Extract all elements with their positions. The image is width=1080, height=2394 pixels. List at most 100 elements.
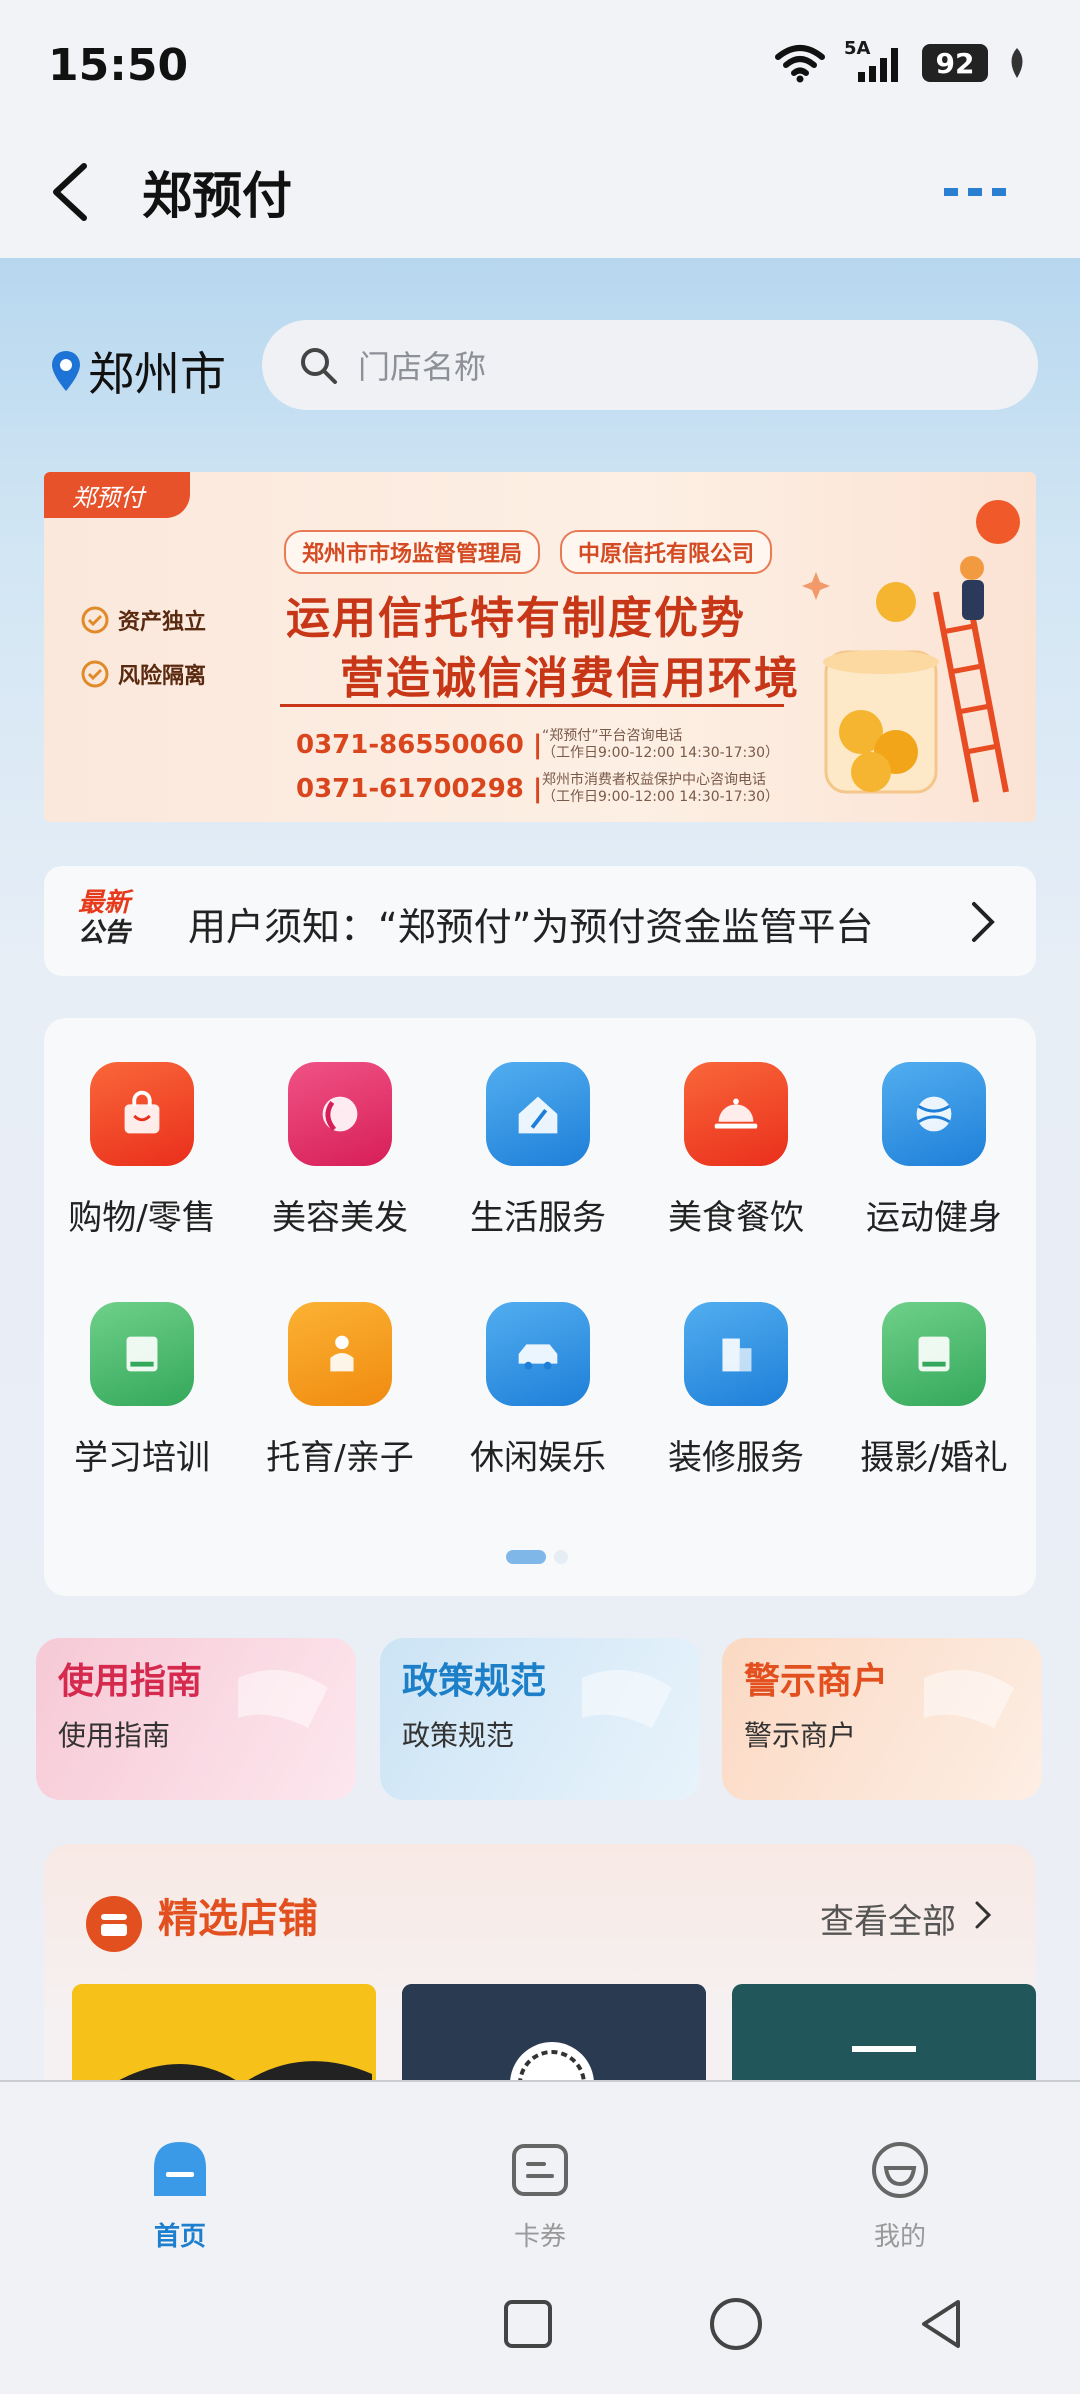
banner-headline-1: 运用信托特有制度优势 — [286, 593, 746, 644]
recent-apps-icon[interactable] — [498, 2294, 558, 2354]
announcement-text: 用户须知：“郑预付”为预付资金监管平台 — [188, 905, 874, 949]
home-broom-icon — [486, 1062, 590, 1166]
banner-tag: 郑预付 — [44, 472, 190, 518]
category-sports[interactable]: 运动健身 — [836, 1062, 1032, 1239]
tab-vouchers[interactable]: 卡券 — [480, 2138, 600, 2253]
category-label: 托育/亲子 — [266, 1438, 414, 1478]
category-label: 摄影/婚礼 — [860, 1438, 1008, 1478]
check-circle-icon — [81, 606, 109, 634]
leaf-icon — [1011, 48, 1023, 78]
store-icon — [86, 1896, 142, 1952]
guide-card-warning[interactable]: 警示商户 警示商户 — [722, 1638, 1042, 1800]
coin-jar-illustration — [802, 500, 1020, 803]
search-input[interactable]: 门店名称 — [262, 320, 1038, 410]
parent-child-icon — [288, 1302, 392, 1406]
search-placeholder: 门店名称 — [358, 348, 487, 386]
search-icon — [301, 348, 337, 384]
announcement-bar[interactable]: 最新 公告 用户须知：“郑预付”为预付资金监管平台 — [44, 866, 1036, 976]
category-label: 运动健身 — [866, 1198, 1002, 1238]
banner-phone-1: 0371-86550060 | — [296, 730, 543, 760]
ball-icon — [882, 1062, 986, 1166]
signal-icon: 5A — [844, 38, 904, 84]
promo-banner[interactable]: 郑预付 郑州市市场监督管理局 中原信托有限公司 资产独立 风险隔离 运用信托特有… — [44, 472, 1036, 822]
category-label: 美食餐饮 — [668, 1198, 804, 1238]
food-cloche-icon — [684, 1062, 788, 1166]
page-dot-active — [506, 1550, 546, 1564]
building-icon — [684, 1302, 788, 1406]
store-thumbnail — [119, 2061, 372, 2080]
app-bar: 郑预付 — [0, 130, 1080, 258]
store-thumbnail — [402, 1984, 706, 2080]
banner-note-1: “郑预付”平台咨询电话 （工作日9:00-12:00 14:30-17:30） — [542, 728, 780, 761]
category-label: 装修服务 — [668, 1438, 804, 1478]
category-renovation[interactable]: 装修服务 — [638, 1302, 834, 1479]
banner-check-risk: 风险隔离 — [80, 658, 206, 690]
home-button-icon[interactable] — [706, 2294, 766, 2354]
ribbon-decor-icon — [582, 1670, 672, 1728]
badge-line-1: 最新 — [78, 888, 131, 918]
banner-divider — [280, 704, 784, 707]
featured-title: 精选店铺 — [158, 1896, 318, 1942]
category-education[interactable]: 学习培训 — [44, 1302, 240, 1479]
featured-stores: 精选店铺 查看全部 — [44, 1844, 1036, 2080]
store-thumbnail — [852, 2046, 916, 2052]
tab-label: 卡券 — [513, 2222, 566, 2252]
banner-org-trust: 中原信托有限公司 — [560, 530, 773, 574]
shopping-bag-icon — [90, 1062, 194, 1166]
banner-phone-2: 0371-61700298 | — [296, 774, 543, 804]
location-pin-icon — [52, 351, 80, 391]
back-arrow-icon[interactable] — [46, 160, 94, 224]
category-beauty[interactable]: 美容美发 — [242, 1062, 438, 1239]
tab-profile[interactable]: 我的 — [840, 2138, 960, 2253]
guide-card-usage[interactable]: 使用指南 使用指南 — [36, 1638, 356, 1800]
beauty-face-icon — [288, 1062, 392, 1166]
category-label: 生活服务 — [470, 1198, 606, 1238]
category-photo-wedding[interactable]: 摄影/婚礼 — [836, 1302, 1032, 1479]
wifi-icon — [775, 45, 825, 83]
more-options-icon[interactable] — [942, 180, 1008, 204]
store-card[interactable] — [72, 1984, 376, 2080]
store-card[interactable] — [402, 1984, 706, 2080]
check-label: 资产独立 — [118, 610, 207, 635]
status-time: 15:50 — [48, 40, 189, 91]
page-dot — [554, 1550, 568, 1564]
category-label: 学习培训 — [74, 1438, 210, 1478]
car-icon — [486, 1302, 590, 1406]
status-bar: 15:50 5A 92 — [0, 0, 1080, 130]
city-selector[interactable]: 郑州市 — [50, 338, 226, 404]
category-label: 美容美发 — [272, 1198, 408, 1238]
check-label: 风险隔离 — [118, 664, 207, 689]
banner-headline-2: 营造诚信消费信用环境 — [340, 653, 800, 704]
store-card[interactable] — [732, 1984, 1036, 2080]
tab-home[interactable]: 首页 — [120, 2138, 240, 2253]
status-icons: 5A 92 — [774, 38, 1028, 84]
ribbon-decor-icon — [924, 1670, 1014, 1728]
chevron-right-icon — [975, 1901, 992, 1929]
home-icon — [154, 2142, 206, 2196]
book-icon — [90, 1302, 194, 1406]
banner-check-asset: 资产独立 — [80, 604, 206, 636]
bottom-tab-bar: 首页 卡券 我的 — [0, 2080, 1080, 2264]
book-icon — [882, 1302, 986, 1406]
category-shopping[interactable]: 购物/零售 — [44, 1062, 240, 1239]
system-nav-bar — [0, 2264, 1080, 2394]
profile-face-icon — [872, 2142, 928, 2198]
guide-card-policy[interactable]: 政策规范 政策规范 — [380, 1638, 700, 1800]
back-triangle-icon[interactable] — [912, 2294, 972, 2354]
category-childcare[interactable]: 托育/亲子 — [242, 1302, 438, 1479]
city-label: 郑州市 — [88, 347, 226, 401]
battery-icon: 92 — [922, 44, 988, 82]
card-voucher-icon — [512, 2144, 568, 2196]
category-leisure[interactable]: 休闲娱乐 — [440, 1302, 636, 1479]
ribbon-decor-icon — [238, 1670, 328, 1728]
announcement-badge: 最新 公告 — [78, 888, 138, 948]
category-food[interactable]: 美食餐饮 — [638, 1062, 834, 1239]
tab-label: 首页 — [153, 2222, 206, 2252]
check-circle-icon — [81, 660, 109, 688]
category-grid: 购物/零售 美容美发 生活服务 美食餐饮 运动健身 学习培训 托育/亲子 休闲娱… — [44, 1018, 1036, 1596]
badge-line-2: 公告 — [78, 918, 131, 948]
banner-org-market: 郑州市市场监督管理局 — [284, 530, 541, 574]
view-all-link[interactable]: 查看全部 — [820, 1894, 956, 1943]
category-label: 休闲娱乐 — [470, 1438, 606, 1478]
category-life-services[interactable]: 生活服务 — [440, 1062, 636, 1239]
